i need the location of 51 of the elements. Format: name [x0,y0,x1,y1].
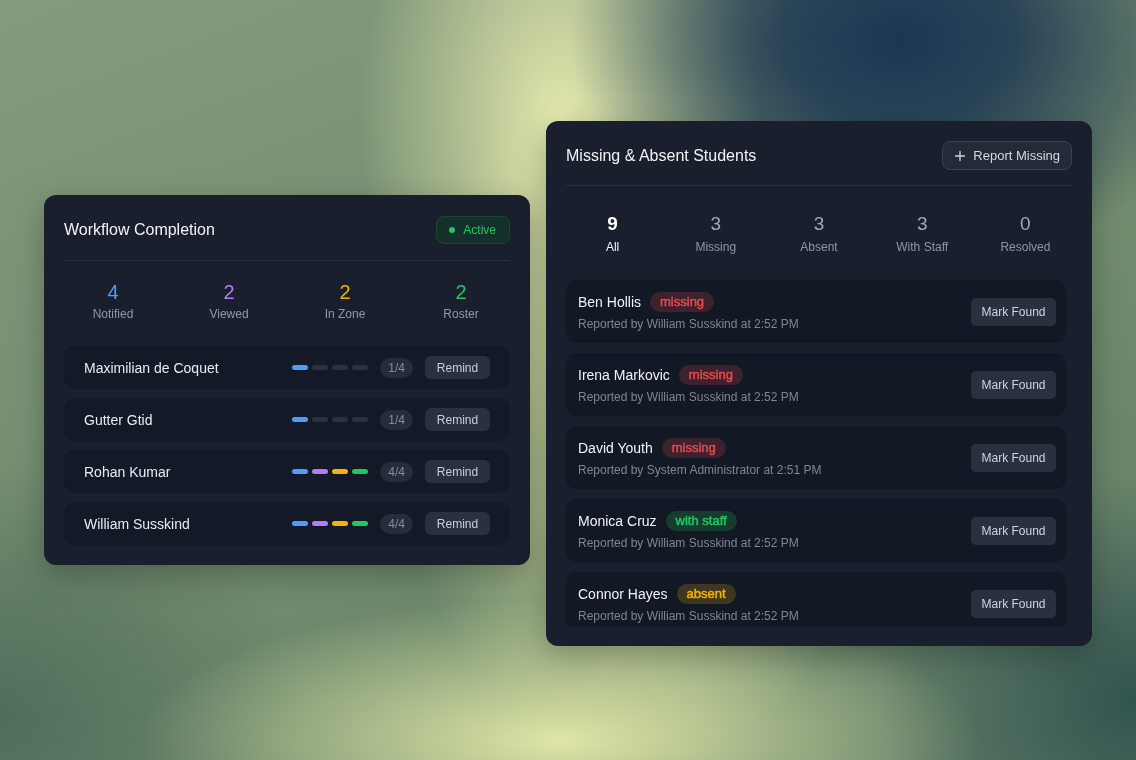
filter-tab[interactable]: 3 With Staff [870,212,974,255]
report-info: Reported by William Susskind at 2:52 PM [578,315,800,332]
mark-found-button[interactable]: Mark Found [971,370,1056,399]
student-name: Irena Markovic [578,366,670,383]
student-name: Monica Cruz [578,512,657,529]
mark-found-button[interactable]: Mark Found [971,589,1056,618]
student-name: Maximilian de Coquet [84,359,220,376]
step-count: 4/4 [380,513,413,534]
plus-icon [955,150,966,161]
tag-label: missing [660,294,705,309]
tag-label: absent [686,586,726,601]
status-dot-icon [449,227,456,233]
remind-button[interactable]: Remind [425,460,490,483]
student-name: William Susskind [84,515,191,532]
step-count: 1/4 [380,357,413,378]
student-name: Gutter Gtid [84,411,154,428]
mark-found-button[interactable]: Mark Found [971,516,1056,545]
filter-tab[interactable]: 3 Absent [767,212,871,255]
mark-found-button[interactable]: Mark Found [971,297,1056,326]
mark-found-button[interactable]: Mark Found [971,443,1056,472]
filter-tab[interactable]: 3 Missing [664,212,768,255]
panel-title: Missing & Absent Students [566,145,757,166]
step-count: 4/4 [380,461,413,482]
stat-value: 2 [455,280,467,304]
report-info: Reported by William Susskind at 2:52 PM [578,388,800,405]
report-info: Reported by William Susskind at 2:52 PM [578,534,800,551]
tag-label: missing [671,440,716,455]
student-name: Ben Hollis [578,293,642,310]
stat-label: In Zone [324,306,366,322]
student-name: Connor Hayes [578,585,668,602]
status-label: Active [463,223,496,237]
stat-label: Roster [443,306,479,322]
report-info: Reported by William Susskind at 2:52 PM [578,607,800,624]
filter-tab[interactable]: 0 Resolved [973,212,1077,255]
stat-value: 2 [339,280,351,304]
panel-title: Workflow Completion [64,220,215,240]
remind-button[interactable]: Remind [425,512,490,535]
tag-label: missing [688,367,733,382]
student-name: Rohan Kumar [84,463,172,480]
remind-button[interactable]: Remind [425,408,490,431]
stat-value: 2 [223,280,235,304]
step-count: 1/4 [380,409,413,430]
stat-label: Viewed [209,306,249,322]
report-missing-button[interactable]: Report Missing [942,141,1072,170]
stat-value: 4 [107,280,119,304]
tag-label: with staff [675,513,727,528]
remind-button[interactable]: Remind [425,356,490,379]
stat-label: Notified [92,306,134,322]
student-name: David Youth [578,439,653,456]
filter-tab[interactable]: 9 All [561,212,665,255]
report-info: Reported by System Administrator at 2:51 PM [578,461,823,478]
